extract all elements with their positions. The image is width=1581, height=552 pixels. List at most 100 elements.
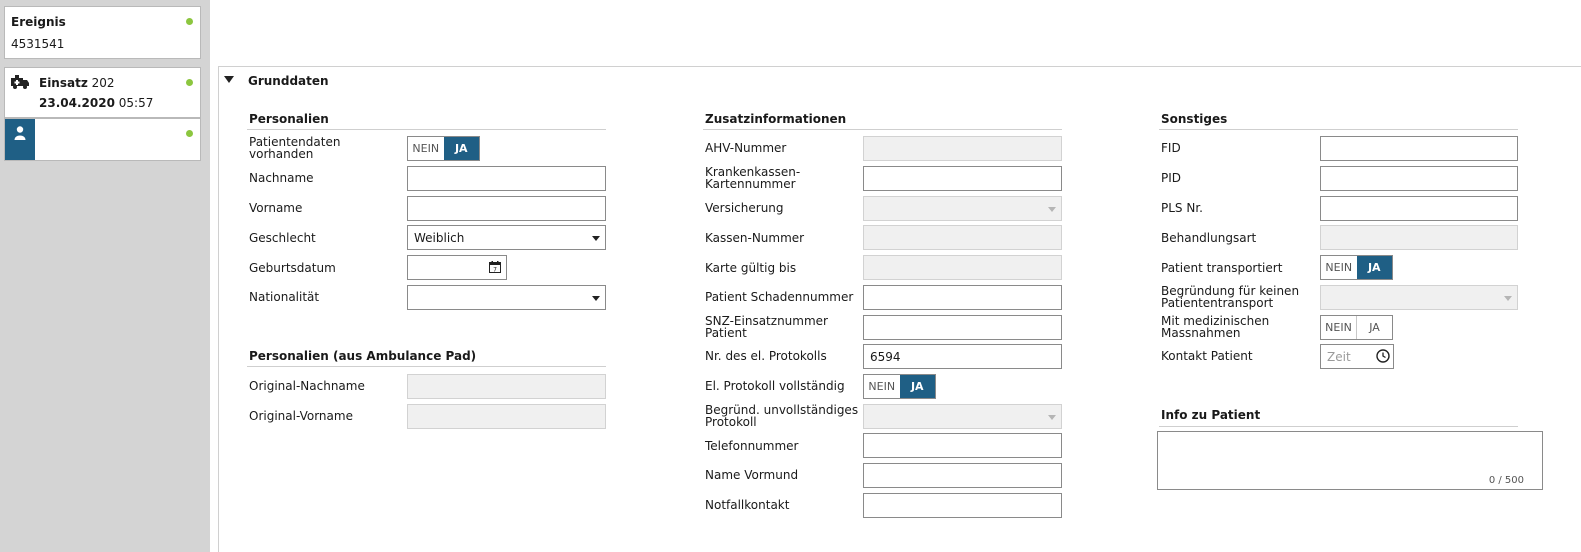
nachname-label: Nachname [249, 171, 314, 185]
toggle-no[interactable]: NEIN [1321, 316, 1356, 339]
protokoll-voll-toggle[interactable]: NEIN JA [863, 374, 936, 399]
clock-icon[interactable] [1376, 349, 1390, 363]
kk-label-2: Kartennummer [705, 177, 796, 191]
chevron-down-icon [1048, 415, 1056, 420]
ereignis-card[interactable]: Ereignis 4531541 [4, 6, 201, 59]
ambulance-pad-header: Personalien (aus Ambulance Pad) [249, 349, 477, 363]
behandlung-input [1320, 225, 1518, 250]
geburtsdatum-label: Geburtsdatum [249, 261, 336, 275]
info-textarea[interactable]: 0 / 500 [1157, 431, 1543, 490]
schaden-label: Patient Schadennummer [705, 290, 854, 304]
toggle-yes[interactable]: JA [1356, 256, 1392, 279]
pid-label: PID [1161, 171, 1182, 185]
original-nachname-label: Original-Nachname [249, 379, 365, 393]
karte-label: Karte gültig bis [705, 261, 797, 275]
sidebar: Ereignis 4531541 Einsatz 202 23.04.2020 … [0, 0, 210, 552]
section-title: Grunddaten [248, 74, 329, 88]
status-dot [186, 18, 193, 25]
nachname-input[interactable] [407, 166, 606, 191]
vorname-label: Vorname [249, 201, 303, 215]
geschlecht-value: Weiblich [414, 231, 465, 245]
chevron-down-icon [592, 236, 600, 241]
pls-input[interactable] [1320, 196, 1518, 221]
notfall-input[interactable] [863, 493, 1062, 518]
geschlecht-select[interactable]: Weiblich [407, 225, 606, 250]
patientendaten-toggle[interactable]: NEIN JA [407, 136, 480, 161]
fid-label: FID [1161, 141, 1181, 155]
telefon-input[interactable] [863, 433, 1062, 458]
main-panel: Grunddaten Personalien Patientendaten vo… [210, 0, 1581, 552]
kontakt-time-input[interactable]: Zeit [1320, 344, 1394, 369]
protokoll-nr-label: Nr. des el. Protokolls [705, 349, 827, 363]
transport-toggle[interactable]: NEIN JA [1320, 255, 1393, 280]
einsatz-card[interactable]: Einsatz 202 23.04.2020 05:57 [4, 67, 201, 118]
original-vorname-input [407, 404, 606, 429]
protokoll-nr-input[interactable]: 6594 [863, 344, 1062, 369]
toggle-no[interactable]: NEIN [1321, 256, 1357, 279]
patientendaten-label-2: vorhanden [249, 147, 314, 161]
info-counter: 0 / 500 [1488, 475, 1524, 486]
toggle-yes[interactable]: JA [443, 137, 479, 160]
einsatz-time: 05:57 [118, 96, 154, 110]
patient-card[interactable] [4, 118, 201, 161]
protokoll-nr-value: 6594 [870, 350, 901, 364]
svg-text:7: 7 [493, 266, 497, 273]
section-divider [218, 66, 1581, 67]
ahv-input [863, 136, 1062, 161]
status-dot [186, 79, 193, 86]
begr-transport-select [1320, 285, 1518, 310]
chevron-down-icon [1504, 296, 1512, 301]
zusatz-header: Zusatzinformationen [705, 112, 847, 126]
einsatz-number: 202 [91, 76, 115, 90]
transport-label: Patient transportiert [1161, 261, 1283, 275]
kk-input[interactable] [863, 166, 1062, 191]
kassen-input [863, 225, 1062, 250]
geburtsdatum-input[interactable]: 7 [407, 255, 507, 280]
protokoll-voll-label: El. Protokoll vollständig [705, 379, 845, 393]
kontakt-label: Kontakt Patient [1161, 349, 1253, 363]
behandlung-label: Behandlungsart [1161, 231, 1257, 245]
vorname-input[interactable] [407, 196, 606, 221]
vormund-input[interactable] [863, 463, 1062, 488]
begruend-label-2: Protokoll [705, 415, 757, 429]
geschlecht-label: Geschlecht [249, 231, 316, 245]
personalien-header: Personalien [249, 112, 329, 126]
begruend-select [863, 404, 1062, 429]
person-icon [14, 126, 26, 140]
vormund-label: Name Vormund [705, 468, 799, 482]
ereignis-number: 4531541 [11, 37, 65, 51]
snz-input[interactable] [863, 315, 1062, 340]
versicherung-select [863, 196, 1062, 221]
triangle-down-icon [224, 76, 234, 83]
toggle-no[interactable]: NEIN [864, 375, 900, 398]
toggle-no[interactable]: NEIN [408, 137, 444, 160]
ereignis-title: Ereignis [11, 15, 66, 29]
section-border [218, 66, 219, 552]
chevron-down-icon [1048, 207, 1056, 212]
einsatz-date: 23.04.2020 [39, 96, 115, 110]
pls-label: PLS Nr. [1161, 201, 1203, 215]
calendar-icon[interactable]: 7 [489, 261, 501, 273]
massnahmen-label-2: Massnahmen [1161, 326, 1241, 340]
ambulance-icon [11, 75, 29, 89]
nationalitaet-label: Nationalität [249, 290, 320, 304]
pid-input[interactable] [1320, 166, 1518, 191]
karte-input [863, 255, 1062, 280]
toggle-yes[interactable]: JA [1356, 316, 1392, 339]
versicherung-label: Versicherung [705, 201, 784, 215]
chevron-down-icon [592, 296, 600, 301]
sonstiges-header: Sonstiges [1161, 112, 1228, 126]
info-header: Info zu Patient [1161, 408, 1261, 422]
snz-label-2: Patient [705, 326, 747, 340]
fid-input[interactable] [1320, 136, 1518, 161]
nationalitaet-select[interactable] [407, 285, 606, 310]
schaden-input[interactable] [863, 285, 1062, 310]
begr-transport-label-2: Patiententransport [1161, 296, 1274, 310]
ahv-label: AHV-Nummer [705, 141, 787, 155]
section-toggle[interactable] [224, 73, 234, 83]
toggle-yes[interactable]: JA [899, 375, 935, 398]
kassen-label: Kassen-Nummer [705, 231, 805, 245]
original-vorname-label: Original-Vorname [249, 409, 353, 423]
einsatz-title: Einsatz [39, 76, 88, 90]
massnahmen-toggle[interactable]: NEIN JA [1320, 315, 1393, 340]
